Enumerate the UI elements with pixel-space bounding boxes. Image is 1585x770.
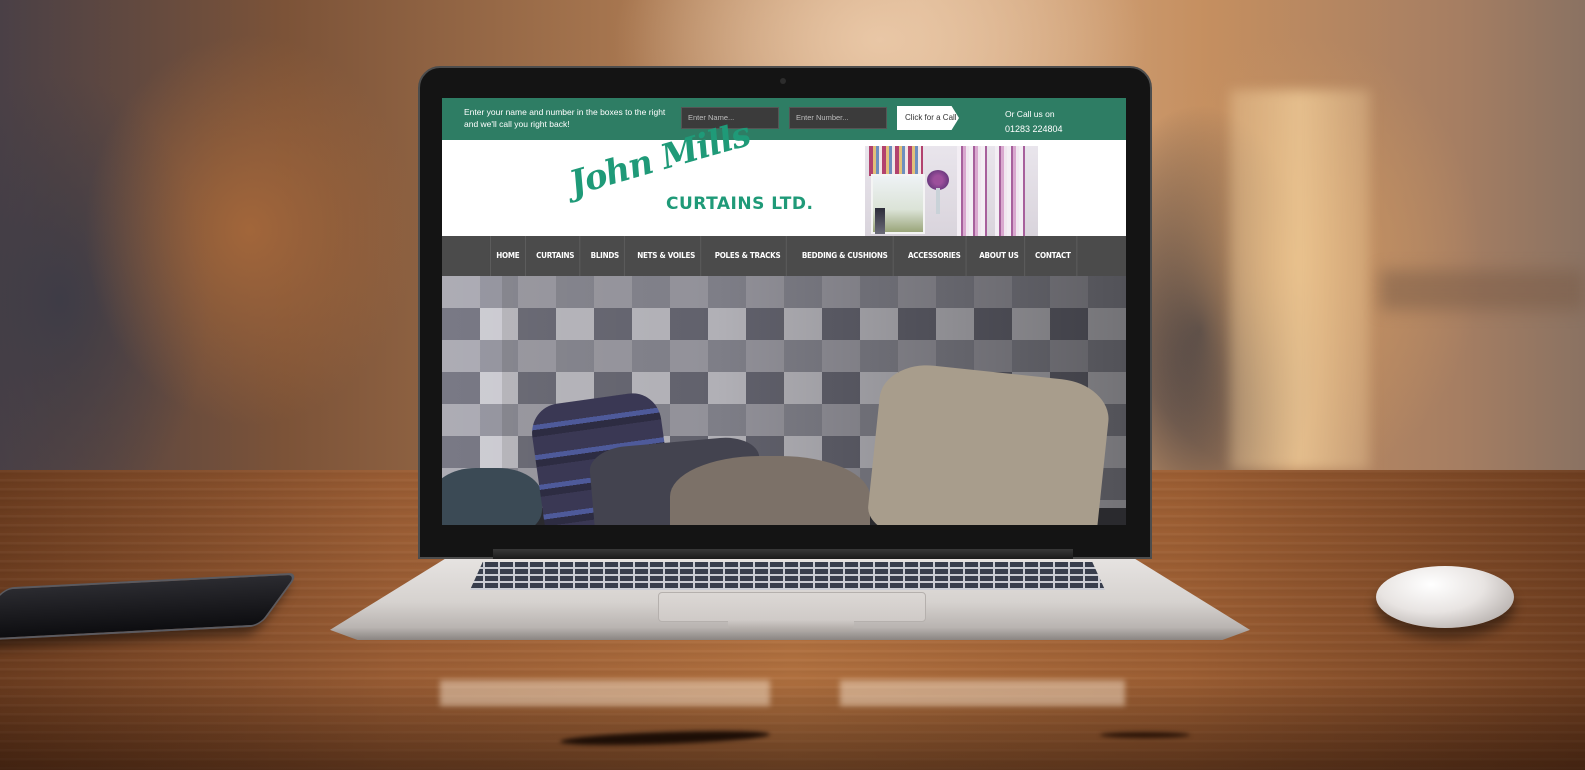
computer-mouse — [1376, 566, 1514, 628]
site-logo[interactable]: John Mills CURTAINS LTD. — [565, 114, 813, 230]
nav-nets-voiles[interactable]: NETS & VOILES — [631, 236, 701, 276]
cushion — [442, 468, 542, 525]
laptop-screen-website: Enter your name and number in the boxes … — [442, 98, 1126, 525]
desk-glare — [440, 680, 770, 706]
nav-bedding-cushions[interactable]: BEDDING & CUSHIONS — [796, 236, 894, 276]
curtain-drape — [957, 146, 987, 236]
laptop-keyboard — [470, 562, 1105, 590]
cushion — [865, 360, 1113, 525]
curtain-photo — [865, 146, 1038, 236]
desk-crack — [1100, 732, 1190, 738]
laptop-trackpad — [658, 592, 926, 622]
nav-poles-tracks[interactable]: POLES & TRACKS — [709, 236, 787, 276]
nav-blinds[interactable]: BLINDS — [585, 236, 626, 276]
nav-home[interactable]: HOME — [490, 236, 526, 276]
blurred-shelf — [1380, 270, 1585, 310]
flower-icon — [927, 170, 949, 190]
webcam-icon — [780, 78, 786, 84]
nav-contact[interactable]: CONTACT — [1030, 236, 1078, 276]
call-button[interactable]: Click for a Call — [897, 106, 959, 130]
laptop-hinge — [493, 549, 1073, 559]
lamp — [875, 208, 885, 234]
logo-line2: CURTAINS LTD. — [666, 194, 814, 214]
vase-stem — [936, 188, 940, 214]
number-input[interactable]: Enter Number... — [789, 107, 887, 129]
flower-vase — [927, 170, 949, 216]
nav-accessories[interactable]: ACCESSORIES — [903, 236, 967, 276]
site-header: John Mills CURTAINS LTD. — [442, 114, 1126, 236]
phone-number[interactable]: 01283 224804 — [1005, 122, 1063, 137]
nav-about-us[interactable]: ABOUT US — [973, 236, 1025, 276]
nav-curtains[interactable]: CURTAINS — [531, 236, 581, 276]
callback-bar: Enter your name and number in the boxes … — [442, 98, 1126, 140]
curtain-drape — [995, 146, 1025, 236]
main-nav: HOME CURTAINS BLINDS NETS & VOILES POLES… — [442, 236, 1126, 276]
call-label: Or Call us on — [1005, 109, 1055, 119]
call-info: Or Call us on 01283 224804 — [1005, 107, 1063, 137]
hero-banner — [442, 276, 1126, 525]
blurred-pillar — [1230, 90, 1370, 470]
desk-crack — [559, 728, 771, 748]
callback-message: Enter your name and number in the boxes … — [464, 107, 666, 129]
striped-blind — [869, 146, 923, 176]
laptop-lid-notch — [728, 620, 854, 632]
cushion — [670, 456, 870, 525]
desk-glare — [840, 680, 1125, 706]
